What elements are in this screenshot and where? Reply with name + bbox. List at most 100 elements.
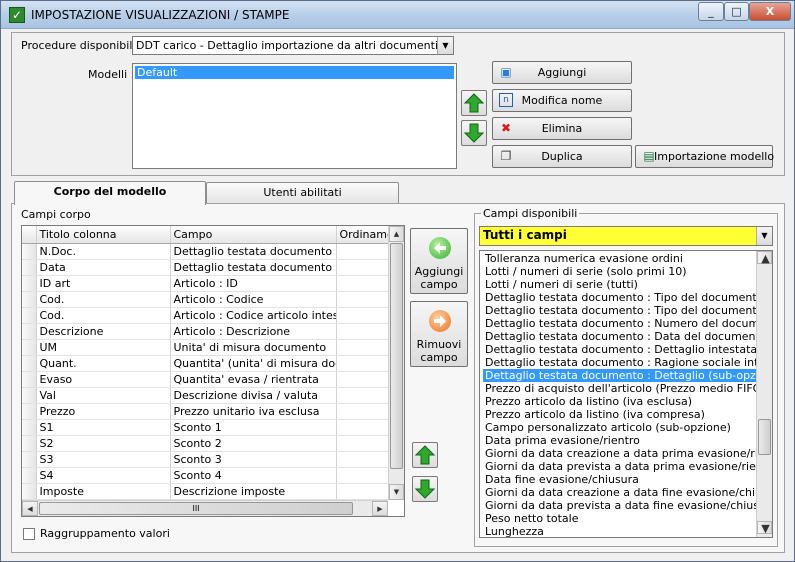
grid-header-campo[interactable]: Campo bbox=[170, 226, 337, 244]
campi-filter-select[interactable]: Tutti i campi ▼ bbox=[479, 226, 773, 246]
campo-cell[interactable]: Quantita' (unita' di misura docum... bbox=[170, 355, 337, 372]
ordinamento-cell[interactable] bbox=[336, 323, 391, 340]
titolo-colonna-cell[interactable]: Descrizione bbox=[36, 323, 171, 340]
titolo-colonna-cell[interactable]: S4 bbox=[36, 467, 171, 484]
duplica-button[interactable]: ❐ Duplica bbox=[492, 145, 632, 168]
row-header-cell[interactable] bbox=[22, 307, 37, 324]
campo-cell[interactable]: Dettaglio testata documento : D... bbox=[170, 259, 337, 276]
list-item[interactable]: Lotti / numeri di serie (solo primi 10) bbox=[483, 265, 756, 278]
raggruppamento-checkbox[interactable] bbox=[23, 528, 35, 540]
titolo-colonna-cell[interactable]: Imposte bbox=[36, 483, 171, 500]
maximize-button[interactable]: □ bbox=[724, 2, 749, 21]
titolo-colonna-cell[interactable]: ID art bbox=[36, 275, 171, 292]
row-header-cell[interactable] bbox=[22, 435, 37, 452]
row-header-cell[interactable] bbox=[22, 339, 37, 356]
table-row[interactable]: ID art Articolo : ID bbox=[22, 275, 391, 292]
ordinamento-cell[interactable] bbox=[336, 371, 391, 388]
tab-corpo-del-modello[interactable]: Corpo del modello bbox=[14, 181, 206, 205]
list-item[interactable]: Dettaglio testata documento : Data del d… bbox=[483, 330, 767, 343]
titolo-colonna-cell[interactable]: Cod. bbox=[36, 307, 171, 324]
list-item[interactable]: Giorni da data creazione a data prima ev… bbox=[483, 447, 772, 460]
aggiungi-campo-button[interactable]: Aggiungi campo bbox=[410, 228, 468, 294]
campi-corpo-grid[interactable]: Titolo colonna Campo Ordinamer N.Doc.Det… bbox=[21, 225, 405, 517]
titolo-colonna-cell[interactable]: N.Doc. bbox=[36, 243, 171, 260]
chevron-down-icon[interactable]: ▼ bbox=[437, 37, 453, 54]
list-item[interactable]: Tolleranza numerica evasione ordini bbox=[483, 252, 756, 265]
ordinamento-cell[interactable] bbox=[336, 435, 391, 452]
chevron-down-icon[interactable]: ▼ bbox=[756, 227, 772, 245]
importazione-modello-button[interactable]: ▤ Importazione modello bbox=[635, 145, 774, 168]
row-header-cell[interactable] bbox=[22, 483, 37, 500]
list-item[interactable]: Campo personalizzato articolo (sub-opzio… bbox=[483, 421, 756, 434]
list-item[interactable]: Data prima evasione/rientro bbox=[483, 434, 756, 447]
campo-cell[interactable]: Prezzo unitario iva esclusa bbox=[170, 403, 337, 420]
campo-cell[interactable]: Articolo : ID bbox=[170, 275, 337, 292]
rimuovi-campo-button[interactable]: Rimuovi campo bbox=[410, 301, 468, 367]
scroll-left-icon[interactable]: ◀ bbox=[22, 501, 38, 516]
ordinamento-cell[interactable] bbox=[336, 291, 391, 308]
elimina-button[interactable]: ✖ Elimina bbox=[492, 117, 632, 140]
aggiungi-button[interactable]: ▣ Aggiungi bbox=[492, 61, 632, 84]
campo-cell[interactable]: Sconto 4 bbox=[170, 467, 337, 484]
list-item[interactable]: Dettaglio testata documento : Tipo del d… bbox=[483, 304, 772, 317]
table-row[interactable]: Evaso Quantita' evasa / rientrata bbox=[22, 371, 391, 388]
campo-cell[interactable]: Articolo : Codice bbox=[170, 291, 337, 308]
campo-cell[interactable]: Dettaglio testata documento : N... bbox=[170, 243, 337, 260]
list-item[interactable]: Dettaglio testata documento : Ragione so… bbox=[483, 356, 772, 369]
row-header-cell[interactable] bbox=[22, 451, 37, 468]
list-item[interactable]: Dettaglio testata documento : Dettaglio … bbox=[483, 343, 772, 356]
list-item[interactable]: Prezzo articolo da listino (iva compresa… bbox=[483, 408, 756, 421]
title-bar[interactable]: ✓ IMPOSTAZIONE VISUALIZZAZIONI / STAMPE … bbox=[1, 1, 794, 29]
ordinamento-cell[interactable] bbox=[336, 339, 391, 356]
grid-vertical-scrollbar[interactable]: ▲ ▼ bbox=[388, 226, 404, 500]
table-row[interactable]: S3 Sconto 3 bbox=[22, 451, 391, 468]
table-row[interactable]: S4 Sconto 4 bbox=[22, 467, 391, 484]
scroll-down-icon[interactable]: ▼ bbox=[757, 521, 772, 535]
tab-utenti-abilitati[interactable]: Utenti abilitati bbox=[206, 182, 399, 204]
titolo-colonna-cell[interactable]: S1 bbox=[36, 419, 171, 436]
row-header-cell[interactable] bbox=[22, 275, 37, 292]
list-item[interactable]: Giorni da data creazione a data fine eva… bbox=[483, 486, 772, 499]
ordinamento-cell[interactable] bbox=[336, 355, 391, 372]
row-header-cell[interactable] bbox=[22, 323, 37, 340]
ordinamento-cell[interactable] bbox=[336, 467, 391, 484]
ordinamento-cell[interactable] bbox=[336, 483, 391, 500]
modelli-list[interactable]: Default bbox=[132, 63, 457, 169]
ordinamento-cell[interactable] bbox=[336, 403, 391, 420]
campo-cell[interactable]: Sconto 2 bbox=[170, 435, 337, 452]
row-header-cell[interactable] bbox=[22, 371, 37, 388]
campo-cell[interactable]: Sconto 3 bbox=[170, 451, 337, 468]
ordinamento-cell[interactable] bbox=[336, 387, 391, 404]
minimize-button[interactable]: _ bbox=[698, 2, 724, 21]
scroll-down-icon[interactable]: ▼ bbox=[389, 484, 404, 500]
list-item[interactable]: Dettaglio testata documento : Tipo del d… bbox=[483, 291, 772, 304]
ordinamento-cell[interactable] bbox=[336, 451, 391, 468]
titolo-colonna-cell[interactable]: UM bbox=[36, 339, 171, 356]
titolo-colonna-cell[interactable]: Cod. bbox=[36, 291, 171, 308]
list-item[interactable]: Giorni da data prevista a data fine evas… bbox=[483, 499, 772, 512]
campo-cell[interactable]: Unita' di misura documento bbox=[170, 339, 337, 356]
row-header-cell[interactable] bbox=[22, 291, 37, 308]
titolo-colonna-cell[interactable]: Evaso bbox=[36, 371, 171, 388]
grid-header-ordinamento[interactable]: Ordinamer bbox=[336, 226, 391, 244]
row-header-cell[interactable] bbox=[22, 387, 37, 404]
grid-header-titolo[interactable]: Titolo colonna bbox=[36, 226, 171, 244]
titolo-colonna-cell[interactable]: Val bbox=[36, 387, 171, 404]
modelli-item[interactable]: Default bbox=[135, 66, 454, 79]
close-button[interactable]: X bbox=[749, 2, 791, 21]
row-header-cell[interactable] bbox=[22, 403, 37, 420]
list-item[interactable]: Data fine evasione/chiusura bbox=[483, 473, 756, 486]
table-row[interactable]: Prezzo Prezzo unitario iva esclusa bbox=[22, 403, 391, 420]
list-item[interactable]: Peso netto totale bbox=[483, 512, 756, 525]
row-header-cell[interactable] bbox=[22, 419, 37, 436]
procedure-select[interactable]: DDT carico - Dettaglio importazione da a… bbox=[132, 36, 454, 55]
modifica-nome-button[interactable]: n Modifica nome bbox=[492, 89, 632, 112]
move-field-down-button[interactable] bbox=[412, 476, 438, 502]
table-row[interactable]: Val Descrizione divisa / valuta bbox=[22, 387, 391, 404]
campo-cell[interactable]: Descrizione divisa / valuta bbox=[170, 387, 337, 404]
campo-cell[interactable]: Quantita' evasa / rientrata bbox=[170, 371, 337, 388]
table-row[interactable]: Descrizione Articolo : Descrizione bbox=[22, 323, 391, 340]
move-model-up-button[interactable] bbox=[461, 90, 487, 116]
row-header-cell[interactable] bbox=[22, 259, 37, 276]
scroll-up-icon[interactable]: ▲ bbox=[389, 226, 404, 242]
